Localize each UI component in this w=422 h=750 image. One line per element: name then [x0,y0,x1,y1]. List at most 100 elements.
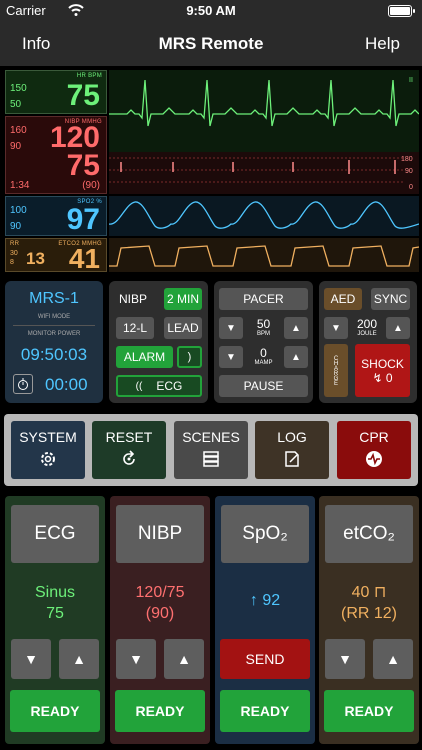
nibp-mean: (90) [82,180,100,191]
etco2-reading: 40 ⊓ [351,584,387,601]
pacer-rate-up-button[interactable]: ▲ [284,317,308,339]
wifi-mode-label: WIFI MODE [37,314,71,320]
etco2-ready-button[interactable]: READY [324,690,414,732]
page-title: MRS Remote [158,34,264,53]
nibp-scale-bottom: 0 [409,184,413,191]
device-panel: MRS-1 WIFI MODE MONITOR POWER 09:50:03 0… [5,281,103,403]
pacer-current-value: 0 [260,346,267,360]
shock-count: ↯ 0 [372,370,393,385]
ecg-card-button[interactable]: ECG [11,505,99,563]
pacer-current-down-button[interactable]: ▼ [219,346,243,368]
heartbeat-icon [366,451,382,467]
cpr-label: CPR [359,429,389,445]
device-name: MRS-1 [29,290,79,307]
spo2-send-button[interactable]: SEND [220,639,310,679]
etco2-down-button[interactable]: ▼ [325,639,365,679]
log-button[interactable]: LOG [255,421,329,479]
charge-button[interactable]: CHARGE [324,344,348,397]
spo2-waveform [109,196,419,236]
reset-button[interactable]: RESET [92,421,166,479]
spo2-ready-button[interactable]: READY [220,690,310,732]
cpr-button[interactable]: CPR [337,421,411,479]
timer-value: 00:00 [45,375,88,394]
rr-value: 13 [26,249,45,268]
divider [13,325,95,326]
ecg-sound-button[interactable]: (( ECG [116,375,202,397]
ecg-lead-marker: II [409,77,413,84]
etco2-up-button[interactable]: ▲ [373,639,413,679]
help-button[interactable]: Help [365,34,400,54]
energy-up-button[interactable]: ▲ [386,317,410,339]
spo2-value: 97 [66,203,100,236]
etco2-lower-alarm: 8 [10,259,14,266]
pacer-rate-unit: BPM [256,331,270,337]
pacer-pause-button[interactable]: PAUSE [219,375,308,397]
sync-button[interactable]: SYNC [371,288,410,310]
stopwatch-icon [18,378,28,390]
device-clock: 09:50:03 [20,345,88,364]
pacer-panel: PACER ▼ 50 BPM ▲ ▼ 0 MAMP ▲ PAUSE [214,281,313,403]
nibp-card-button[interactable]: NIBP [116,505,204,563]
nibp-time: 1:34 [10,180,30,191]
alarm-button[interactable]: ALARM [116,346,173,368]
energy-value: 200 [356,317,378,331]
energy-unit: JOULE [357,331,377,337]
pacer-button[interactable]: PACER [219,288,308,310]
nibp-mean-value: (90) [145,605,175,622]
nibp-interval-button[interactable]: 2 MIN [164,288,202,310]
shock-button[interactable]: SHOCK ↯ 0 [355,344,410,397]
nibp-lower-alarm: 90 [10,141,22,152]
log-label: LOG [277,429,307,445]
12-lead-button[interactable]: 12-L [116,317,154,339]
status-bar: Carrier 9:50 AM [0,0,422,22]
energy-down-button[interactable]: ▼ [324,317,348,339]
stopwatch-button[interactable] [13,374,33,394]
note-icon [285,451,299,467]
hr-lower-alarm: 50 [10,99,22,110]
aed-button[interactable]: AED [324,288,362,310]
hr-vital: HR BPM 150 50 75 [5,70,107,114]
nibp-label: NIBP [119,292,148,306]
nibp-scale-top: 180 [401,156,413,163]
defibrillator-panel: AED SYNC ▼ 200 JOULE ▲ CHARGE SHOCK ↯ 0 [319,281,417,403]
nibp-down-button[interactable]: ▼ [116,639,156,679]
gear-icon [41,452,55,466]
sound-wave-icon: (( [135,380,143,392]
nibp-reading: 120/75 [135,584,185,601]
stack-icon [203,451,219,467]
etco2-card-button[interactable]: etCO₂ [325,505,413,563]
scenes-label: SCENES [182,429,240,445]
nibp-up-button[interactable]: ▲ [164,639,204,679]
etco2-upper-alarm: 30 [10,250,18,257]
patient-monitor: HR BPM 150 50 75 NIBP MMHG 160 90 120 75… [0,66,422,276]
hr-upper-alarm: 150 [10,83,27,94]
spo2-lower-alarm: 90 [10,221,22,232]
alarm-sound-button[interactable]: ) [177,346,202,368]
nibp-card: NIBP 120/75 (90) ▼ ▲ READY [110,496,210,744]
clock: 9:50 AM [186,3,236,18]
nibp-ready-button[interactable]: READY [115,690,205,732]
nibp-scale-mid: 90 [405,168,413,175]
nibp-diastolic: 75 [66,149,100,182]
pacer-rate-down-button[interactable]: ▼ [219,317,243,339]
rr-label: RR [10,241,20,247]
ecg-ready-button[interactable]: READY [10,690,100,732]
spo2-vital: SPO2 % 100 90 97 [5,196,107,236]
shock-label: SHOCK [361,356,404,371]
etco2-vital: RR ETCO2 MMHG 30 8 13 41 [5,238,107,273]
ecg-down-button[interactable]: ▼ [11,639,51,679]
reset-label: RESET [105,429,153,445]
pacer-current-up-button[interactable]: ▲ [284,346,308,368]
ecg-card: ECG Sinus 75 ▼ ▲ READY [5,496,105,744]
pacer-rate-value: 50 [256,317,271,331]
navigation-bar: Info MRS Remote Help [0,22,422,66]
etco2-waveform [109,238,419,272]
system-button[interactable]: SYSTEM [11,421,85,479]
spo2-upper-alarm: 100 [10,205,27,216]
spo2-card-button[interactable]: SpO₂ [221,505,309,563]
lead-button[interactable]: LEAD [164,317,202,339]
ecg-up-button[interactable]: ▲ [59,639,99,679]
ecg-waveform: II [109,70,419,152]
scenes-button[interactable]: SCENES [174,421,248,479]
etco2-rr: (RR 12) [340,605,397,622]
